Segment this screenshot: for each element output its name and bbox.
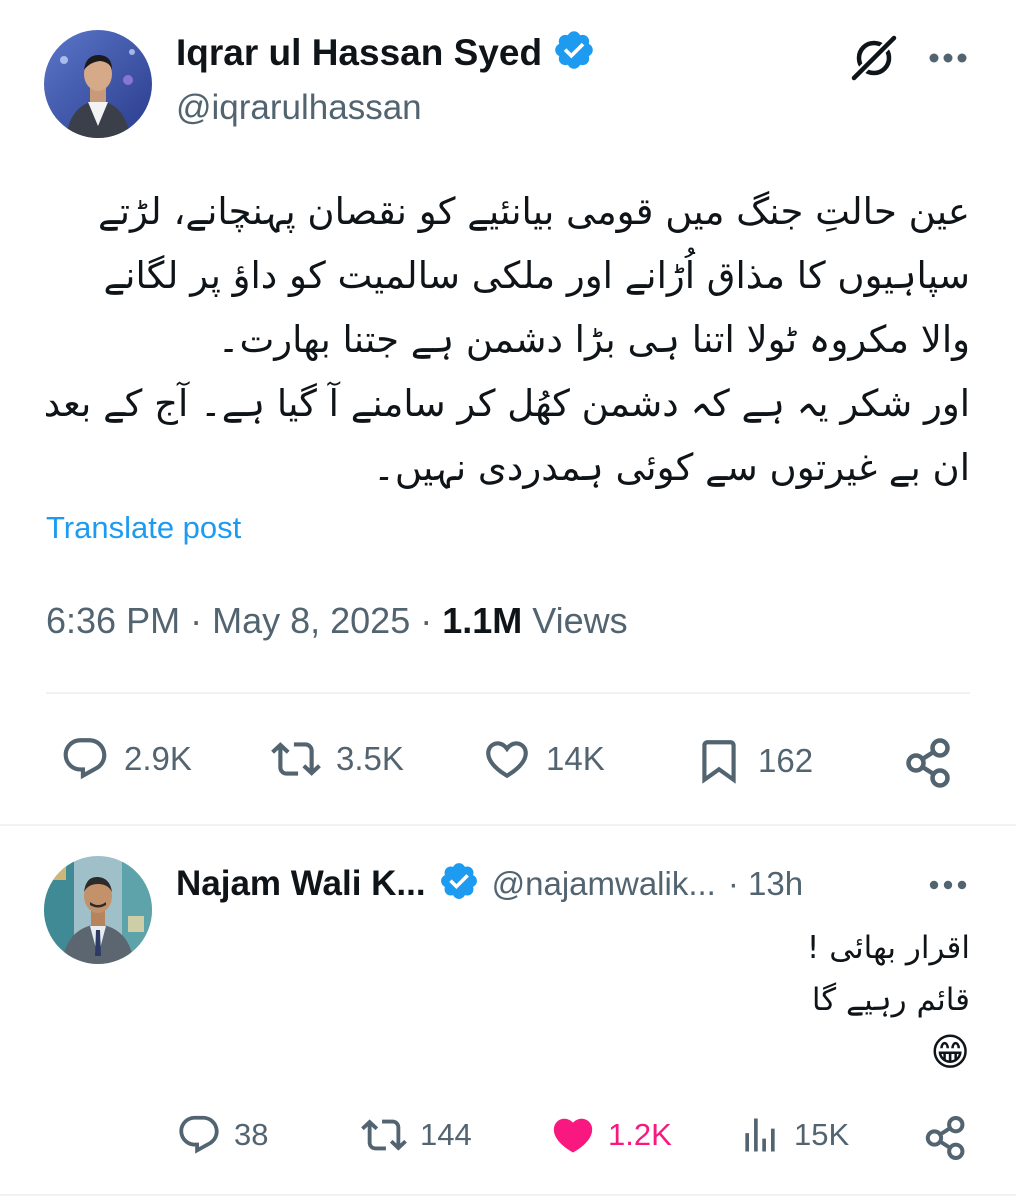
- divider: [46, 692, 970, 694]
- post-body: عین حالتِ جنگ میں قومی بیانئیے کو نقصان …: [40, 180, 970, 500]
- bookmark-count: 162: [758, 742, 814, 779]
- grinning-emoji: 😁: [930, 1030, 970, 1074]
- reply-body: اقرار بھائی ! قائم رہیے گا 😁: [270, 922, 970, 1078]
- reply-author-handle[interactable]: @najamwalik...: [492, 862, 716, 906]
- translate-post-link[interactable]: Translate post: [46, 510, 241, 546]
- post-body-line: عین حالتِ جنگ میں قومی بیانئیے کو نقصان …: [98, 190, 970, 233]
- reply-share-button[interactable]: [922, 1114, 970, 1167]
- grok-icon[interactable]: [848, 32, 900, 84]
- more-icon[interactable]: [924, 40, 972, 76]
- verified-badge-icon: [438, 860, 480, 907]
- reply-author-name[interactable]: Najam Wali K...: [176, 862, 426, 906]
- post-body-line: اور شکر یہ ہے کہ دشمن کھُل کر سامنے آ گی…: [43, 382, 970, 425]
- post-time[interactable]: 6:36 PM: [46, 600, 180, 641]
- bookmark-icon: [702, 740, 736, 784]
- reply-body-line: قائم رہیے گا: [811, 982, 970, 1018]
- reply-like-button[interactable]: 1.2K: [550, 1112, 672, 1158]
- share-button[interactable]: [902, 736, 956, 795]
- post-body-line: سپاہیوں کا مذاق اُڑانے اور ملکی سالمیت ک…: [103, 254, 970, 297]
- post-body-line: والا مکروہ ٹولا اتنا ہی بڑا دشمن ہے جتنا…: [217, 318, 970, 361]
- share-icon: [906, 738, 950, 788]
- views-icon: [745, 1118, 775, 1152]
- reply-timestamp[interactable]: · 13h: [728, 862, 803, 906]
- reply-body-line: اقرار بھائی !: [806, 930, 970, 966]
- reply-more-icon[interactable]: [924, 868, 972, 902]
- reply-like-count: 1.2K: [608, 1117, 672, 1152]
- reply-repost-count: 144: [420, 1117, 472, 1152]
- post-date[interactable]: May 8, 2025: [212, 600, 410, 641]
- like-count: 14K: [546, 740, 605, 777]
- views-count: 1.1M: [442, 600, 523, 641]
- reply-views-count: 15K: [794, 1117, 850, 1152]
- repost-icon: [271, 742, 321, 776]
- like-button[interactable]: 14K: [482, 734, 605, 784]
- author-handle[interactable]: @iqrarulhassan: [176, 86, 422, 130]
- repost-icon: [361, 1119, 407, 1151]
- post-meta: 6:36 PM · May 8, 2025 · 1.1M Views: [46, 600, 628, 641]
- reply-author-avatar[interactable]: [44, 856, 152, 964]
- divider: [0, 1194, 1016, 1196]
- reply-count: 2.9K: [124, 740, 192, 777]
- reply-icon: [63, 738, 107, 780]
- repost-count: 3.5K: [336, 740, 404, 777]
- like-icon: [486, 741, 528, 779]
- repost-button[interactable]: 3.5K: [270, 734, 404, 784]
- post-body-line: ان بے غیرتوں سے کوئی ہمدردی نہیں۔: [373, 446, 970, 489]
- divider: [0, 824, 1016, 826]
- bookmark-button[interactable]: 162: [694, 734, 813, 788]
- reply-reply-button[interactable]: 38: [176, 1112, 268, 1158]
- verified-badge-icon: [552, 28, 596, 77]
- author-avatar[interactable]: [44, 30, 152, 138]
- reply-repost-button[interactable]: 144: [360, 1112, 472, 1158]
- reply-views-button[interactable]: 15K: [738, 1112, 849, 1158]
- reply-button[interactable]: 2.9K: [60, 734, 192, 784]
- views-label: Views: [532, 600, 628, 641]
- share-icon: [925, 1116, 965, 1160]
- reply-icon: [179, 1115, 219, 1154]
- author-name[interactable]: Iqrar ul Hassan Syed: [176, 31, 542, 75]
- reply-reply-count: 38: [234, 1117, 269, 1152]
- liked-heart-icon: [553, 1118, 593, 1153]
